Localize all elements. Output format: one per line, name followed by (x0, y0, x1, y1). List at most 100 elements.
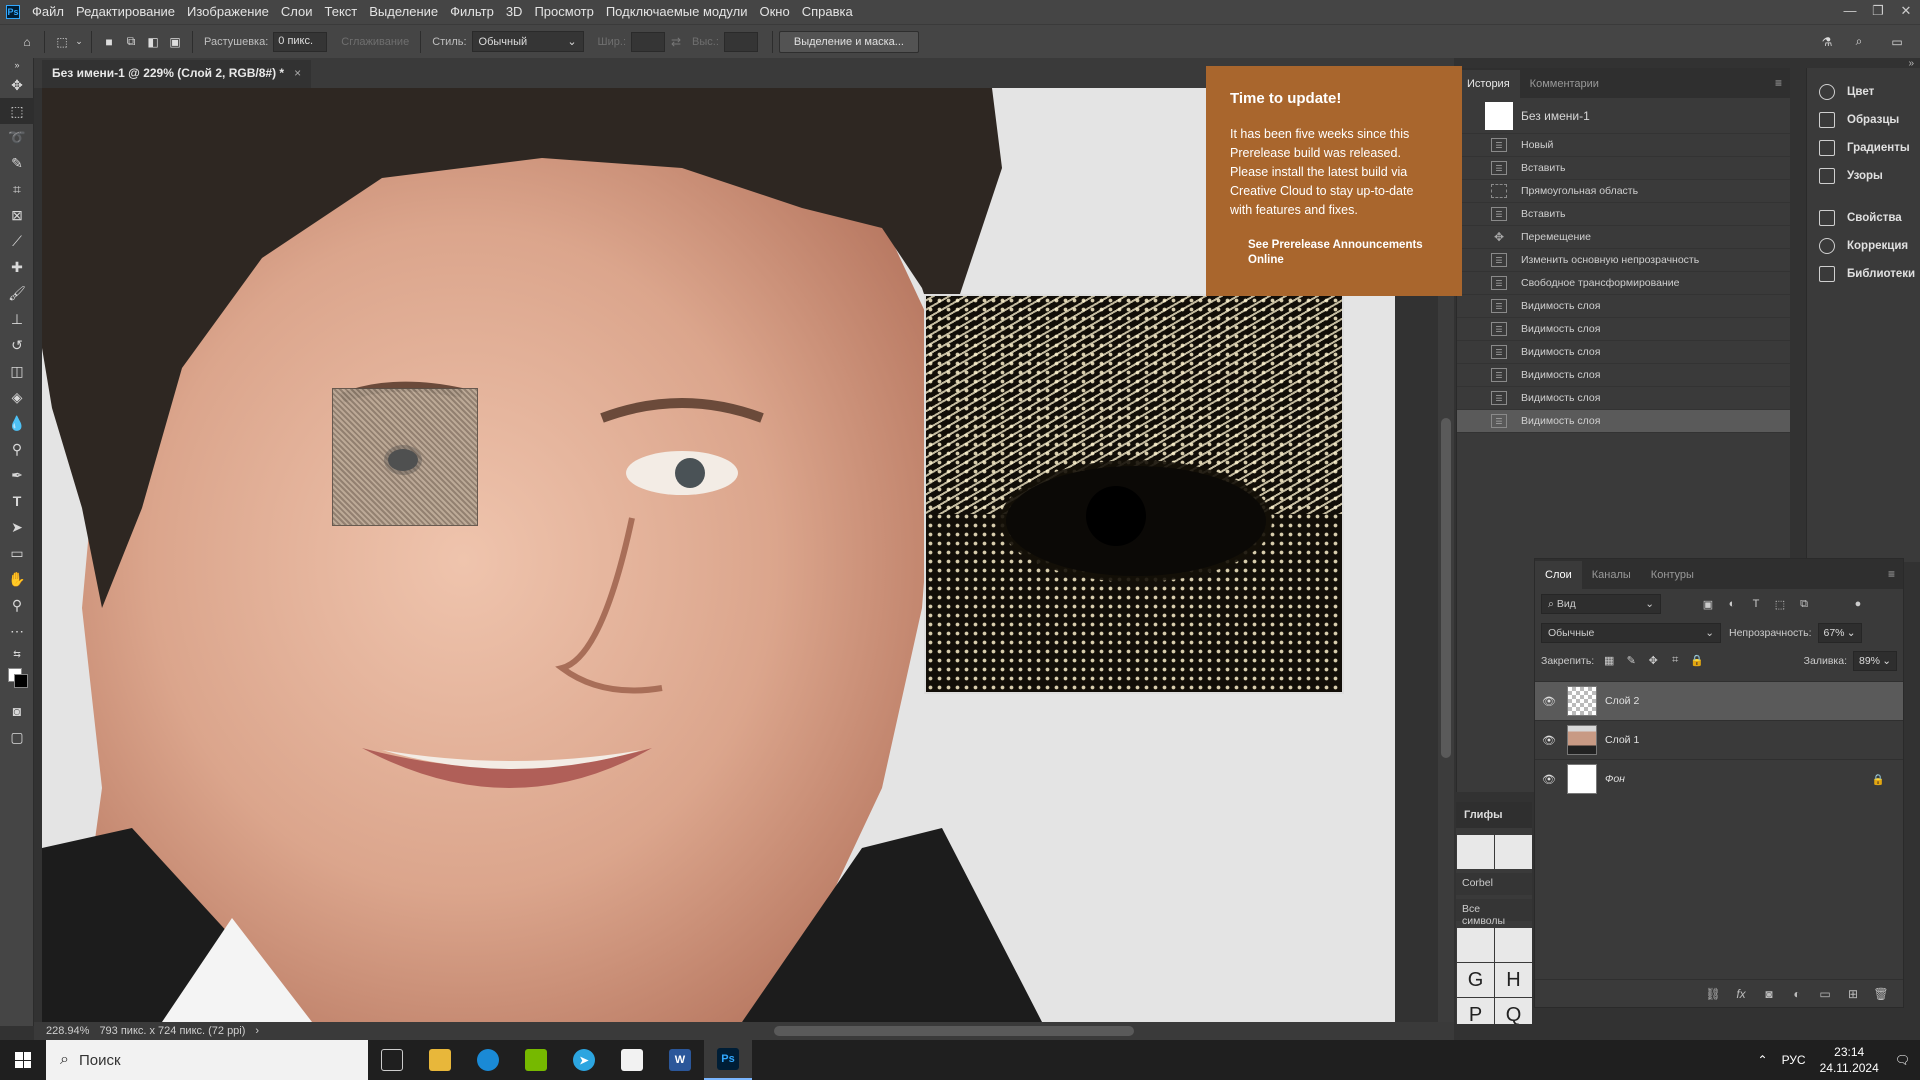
intersect-selection-icon[interactable]: ▣ (164, 31, 186, 53)
history-item-selected[interactable]: ☰ Видимость слоя (1457, 410, 1790, 433)
scrollbar-thumb[interactable] (1441, 418, 1451, 758)
edge-button[interactable] (464, 1040, 512, 1080)
history-item[interactable]: ☰ Изменить основную непрозрачность (1457, 249, 1790, 272)
new-group-icon[interactable]: ▭ (1811, 987, 1839, 1001)
more-tools-icon[interactable]: ⋯ (0, 618, 34, 644)
announcements-link[interactable]: See Prerelease Announcements Online (1230, 238, 1438, 268)
telegram-button[interactable]: ➤ (560, 1040, 608, 1080)
visibility-eye-icon[interactable]: 👁 (1535, 734, 1563, 747)
menu-select[interactable]: Выделение (363, 0, 444, 24)
layer-row[interactable]: 👁 Фон 🔒 (1535, 759, 1903, 798)
panel-menu-icon[interactable]: ≡ (1775, 76, 1790, 98)
visibility-eye-icon[interactable]: 👁 (1535, 773, 1563, 786)
taskbar-search[interactable]: ⌕ Поиск (46, 1040, 368, 1080)
rectangle-tool-icon[interactable]: ▭ (0, 540, 34, 566)
glyph-g[interactable]: G (1457, 963, 1494, 997)
lock-image-icon[interactable]: ✎ (1624, 654, 1638, 668)
menu-plugins[interactable]: Подключаемые модули (600, 0, 754, 24)
home-icon[interactable]: ⌂ (16, 31, 38, 53)
history-item[interactable]: ☰ Видимость слоя (1457, 318, 1790, 341)
hand-tool-icon[interactable]: ✋ (0, 566, 34, 592)
glyph-h[interactable]: H (1495, 963, 1532, 997)
marquee-tool-icon[interactable]: ⬚ (0, 98, 34, 124)
lock-icon[interactable]: 🔒 (1872, 773, 1885, 786)
notifications-icon[interactable]: 🗨 (1895, 1053, 1910, 1067)
menu-text[interactable]: Текст (319, 0, 364, 24)
antialias-checkbox[interactable]: Сглаживание (341, 36, 409, 48)
eyedropper-tool-icon[interactable]: ⟋ (0, 228, 34, 254)
swap-colors-icon[interactable]: ⇆ (0, 644, 34, 664)
history-item[interactable]: ☰ Вставить (1457, 157, 1790, 180)
tab-paths[interactable]: Контуры (1641, 569, 1704, 589)
history-item[interactable]: ☰ Видимость слоя (1457, 364, 1790, 387)
workspace-icon[interactable]: ▭ (1886, 31, 1908, 53)
feather-input[interactable]: 0 пикс. (273, 31, 328, 52)
panel-properties[interactable]: Свойства (1807, 204, 1920, 232)
menu-help[interactable]: Справка (796, 0, 859, 24)
menu-filter[interactable]: Фильтр (444, 0, 500, 24)
close-tab-icon[interactable]: × (294, 66, 301, 80)
stamp-tool-icon[interactable]: ⊥ (0, 306, 34, 332)
layer-style-icon[interactable]: fx (1727, 987, 1755, 1001)
glyph-cell[interactable] (1457, 835, 1494, 869)
style-select[interactable]: Обычный ⌄ (471, 31, 584, 52)
quick-select-tool-icon[interactable]: ✎ (0, 150, 34, 176)
type-tool-icon[interactable]: T (0, 488, 34, 514)
history-item[interactable]: ☰ Видимость слоя (1457, 295, 1790, 318)
chevron-up-icon[interactable]: ⌃ (1758, 1053, 1768, 1067)
add-mask-icon[interactable]: ◙ (1755, 987, 1783, 1001)
crop-tool-icon[interactable]: ⌗ (0, 176, 34, 202)
frame-tool-icon[interactable]: ⊠ (0, 202, 34, 228)
file-explorer-button[interactable] (416, 1040, 464, 1080)
filter-toggle-icon[interactable]: ● (1851, 597, 1865, 611)
subtract-selection-icon[interactable]: ◧ (142, 31, 164, 53)
pixel-filter-icon[interactable]: ▣ (1701, 597, 1715, 611)
history-item[interactable]: Прямоугольная область (1457, 180, 1790, 203)
lock-artboard-icon[interactable]: ⌗ (1668, 654, 1682, 668)
paint-bucket-icon[interactable]: ◈ (0, 384, 34, 410)
swap-icon[interactable]: ⇄ (665, 31, 687, 53)
opacity-input[interactable]: 67% ⌄ (1817, 623, 1862, 643)
panel-menu-icon[interactable]: ≡ (1888, 567, 1903, 589)
history-item[interactable]: ☰ Вставить (1457, 203, 1790, 226)
glyph-q[interactable]: Q (1495, 998, 1532, 1024)
search-icon[interactable]: ⌕ (1848, 31, 1870, 53)
panel-gradients[interactable]: Градиенты (1807, 134, 1920, 162)
minimize-icon[interactable]: — (1836, 0, 1864, 24)
close-icon[interactable]: ✕ (1892, 0, 1920, 24)
path-select-icon[interactable]: ➤ (0, 514, 34, 540)
new-layer-icon[interactable]: ⊞ (1839, 987, 1867, 1001)
menu-edit[interactable]: Редактирование (70, 0, 181, 24)
history-item[interactable]: ☰ Видимость слоя (1457, 387, 1790, 410)
flask-icon[interactable]: ⚗ (1816, 31, 1838, 53)
screen-mode-icon[interactable]: ▢ (0, 724, 34, 750)
pen-tool-icon[interactable]: ✒ (0, 462, 34, 488)
layer-filter-select[interactable]: ⌕ Вид ⌄ (1541, 594, 1661, 614)
adjustment-filter-icon[interactable]: ◐ (1725, 597, 1739, 611)
menu-file[interactable]: Файл (26, 0, 70, 24)
tab-channels[interactable]: Каналы (1582, 569, 1641, 589)
width-input[interactable] (631, 31, 666, 52)
menu-3d[interactable]: 3D (500, 0, 529, 24)
adjustment-layer-icon[interactable]: ◐ (1783, 987, 1811, 1001)
collapse-icon[interactable]: » (0, 58, 34, 72)
color-swatches[interactable] (0, 664, 33, 698)
brush-tool-icon[interactable]: 🖌 (0, 280, 34, 306)
glyph-cell[interactable] (1495, 835, 1532, 869)
layer-row[interactable]: 👁 Слой 1 (1535, 720, 1903, 759)
notepad-button[interactable] (608, 1040, 656, 1080)
start-button[interactable] (0, 1040, 46, 1080)
link-layers-icon[interactable]: ⛓ (1699, 987, 1727, 1001)
collapse-icon[interactable]: » (1908, 58, 1914, 69)
history-item[interactable]: ☰ Свободное трансформирование (1457, 272, 1790, 295)
delete-layer-icon[interactable]: 🗑 (1867, 987, 1895, 1001)
fill-input[interactable]: 89% ⌄ (1853, 651, 1897, 671)
glyphs-set-select[interactable]: Все символы (1456, 899, 1532, 927)
lock-transparent-icon[interactable]: ▦ (1602, 654, 1616, 668)
glyphs-title[interactable]: Глифы (1456, 802, 1532, 828)
lock-position-icon[interactable]: ✥ (1646, 654, 1660, 668)
panel-adjustments[interactable]: Коррекция (1807, 232, 1920, 260)
healing-brush-icon[interactable]: ✚ (0, 254, 34, 280)
layer-name[interactable]: Фон (1605, 773, 1625, 785)
move-tool-icon[interactable]: ✥ (0, 72, 34, 98)
